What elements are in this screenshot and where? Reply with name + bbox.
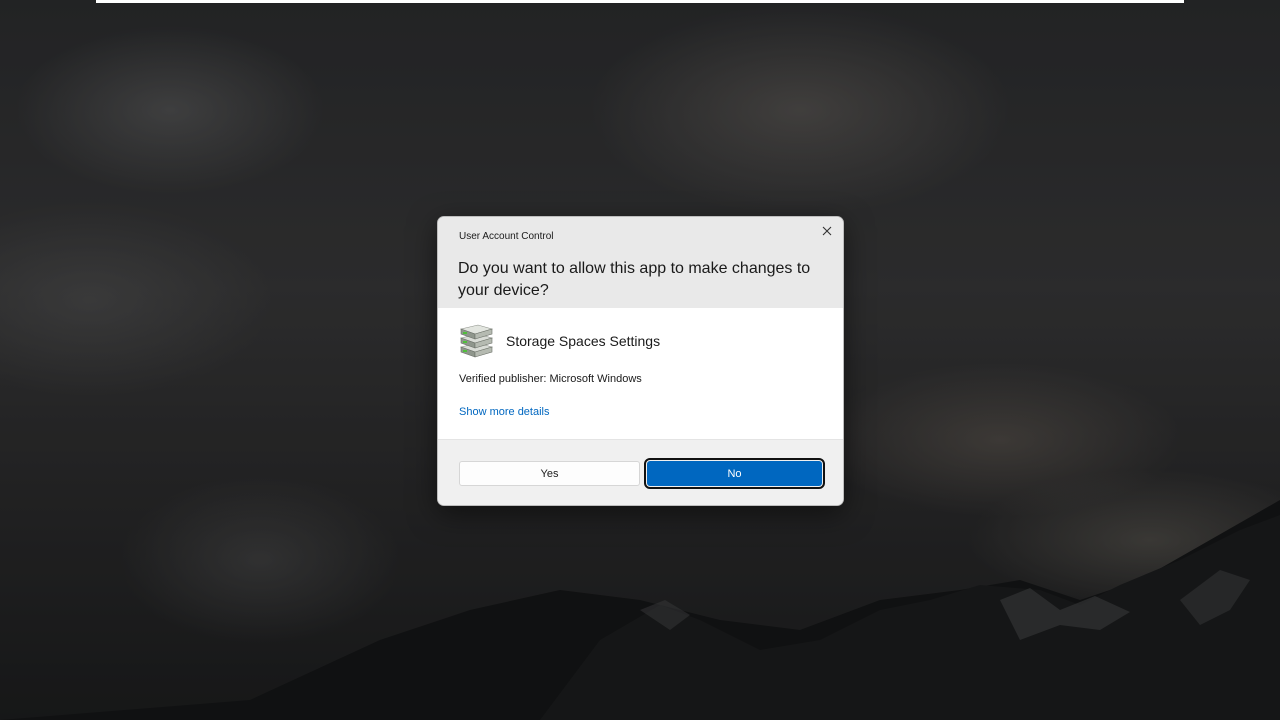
close-icon: [822, 223, 832, 241]
dialog-question: Do you want to allow this app to make ch…: [458, 260, 811, 299]
show-more-details-link[interactable]: Show more details: [459, 406, 550, 418]
dialog-title: User Account Control: [459, 231, 554, 242]
dialog-header: User Account Control Do you want to allo…: [438, 217, 843, 308]
no-button[interactable]: No: [644, 458, 825, 489]
storage-drives-icon: [458, 323, 494, 359]
app-info-row: Storage Spaces Settings: [458, 323, 660, 359]
uac-dialog: User Account Control Do you want to allo…: [437, 216, 844, 506]
app-name: Storage Spaces Settings: [506, 333, 661, 349]
close-button[interactable]: [816, 222, 838, 242]
yes-button[interactable]: Yes: [459, 461, 640, 486]
dialog-footer: Yes No: [438, 439, 843, 505]
publisher-text: Verified publisher: Microsoft Windows: [459, 373, 642, 385]
top-edge-strip: [96, 0, 1184, 3]
